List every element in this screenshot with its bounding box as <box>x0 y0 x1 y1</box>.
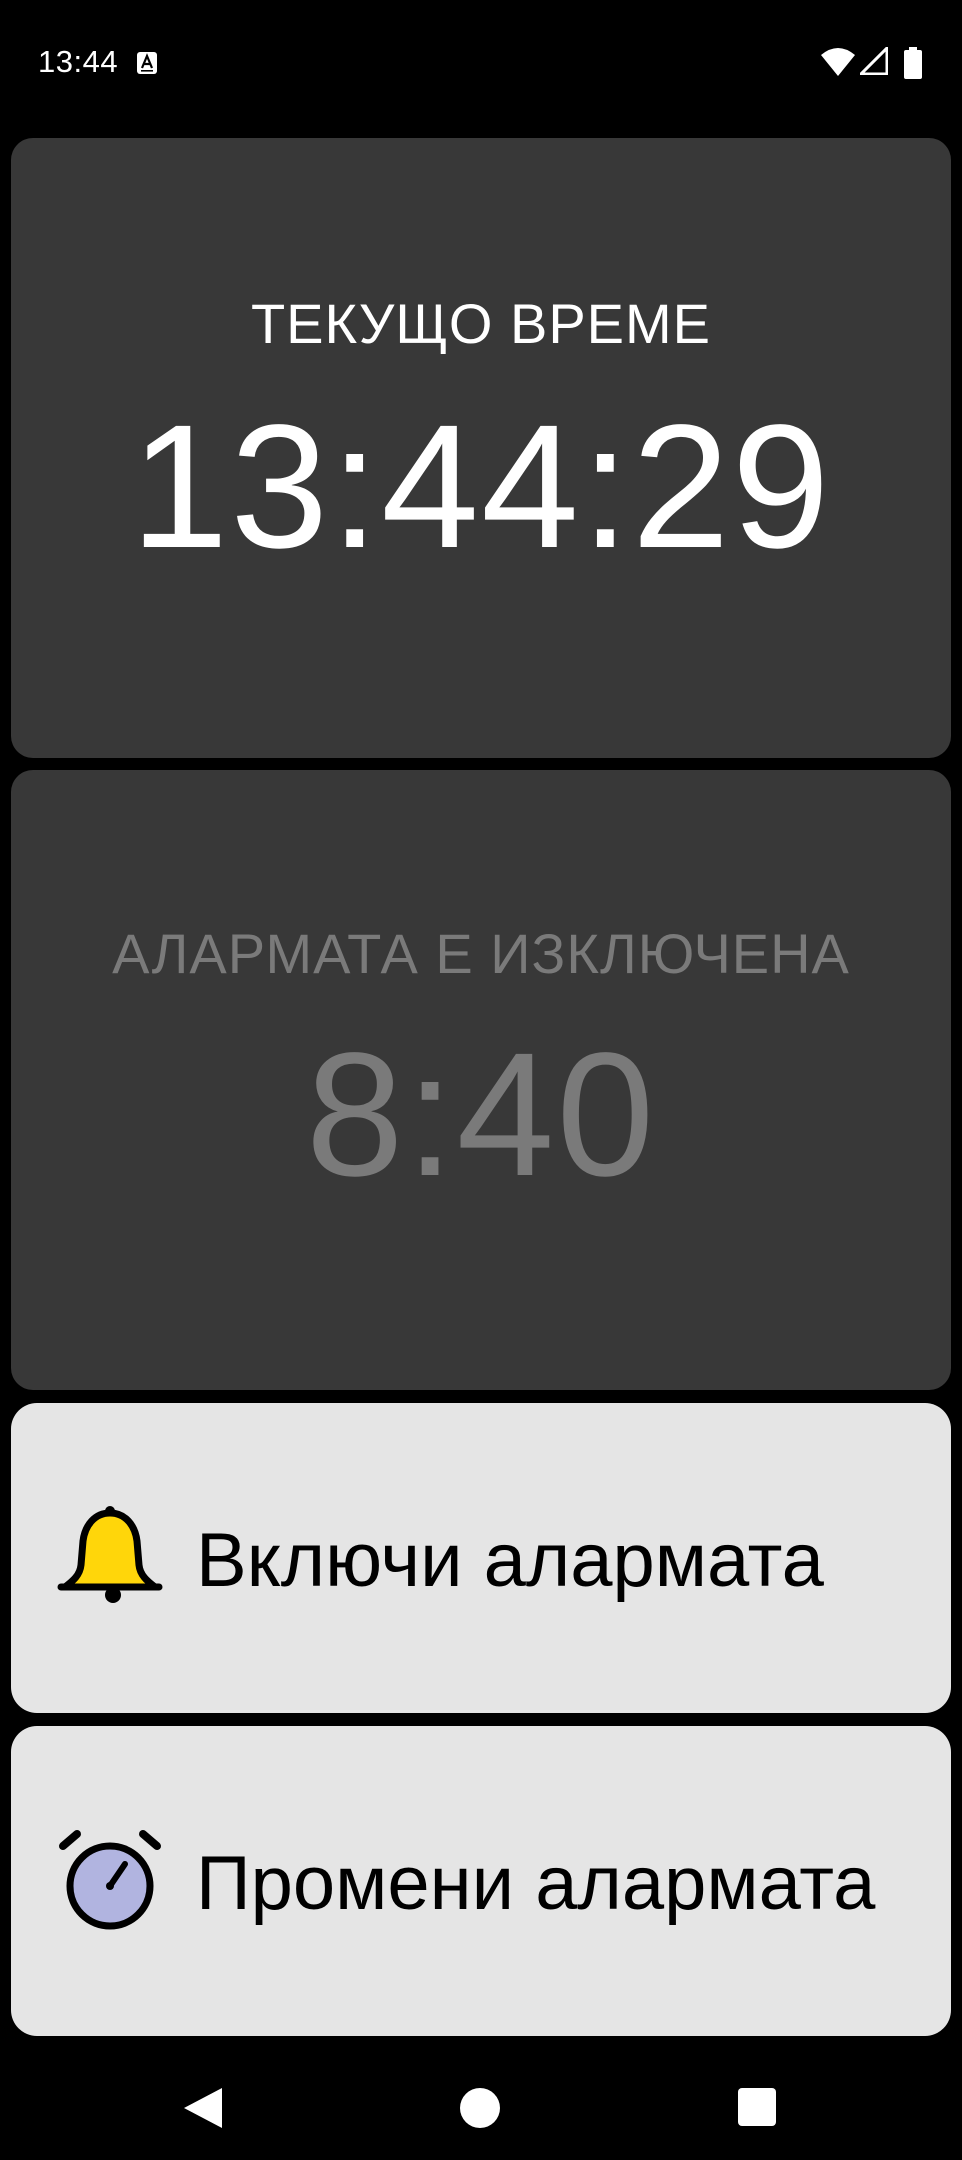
current-time-value: 13:44:29 <box>130 389 832 585</box>
font-icon <box>137 52 157 74</box>
navigation-bar <box>0 2040 962 2160</box>
bell-icon <box>57 1506 163 1603</box>
status-bar: 13:44 <box>0 0 962 124</box>
battery-icon <box>904 47 922 79</box>
recents-icon[interactable] <box>738 2088 776 2126</box>
cellular-signal-icon <box>860 47 888 75</box>
enable-alarm-label: Включи алармата <box>196 1518 824 1603</box>
status-time: 13:44 <box>38 44 119 79</box>
enable-alarm-button[interactable]: Включи алармата <box>11 1403 951 1713</box>
back-icon[interactable] <box>182 2086 224 2130</box>
wifi-icon <box>821 48 855 76</box>
alarm-clock-icon <box>59 1830 161 1930</box>
alarm-status-label: АЛАРМАТА Е ИЗКЛЮЧЕНА <box>112 922 850 985</box>
change-alarm-label: Промени алармата <box>196 1841 876 1926</box>
current-time-card: ТЕКУЩО ВРЕМЕ 13:44:29 <box>11 138 951 758</box>
alarm-status-card: АЛАРМАТА Е ИЗКЛЮЧЕНА 8:40 <box>11 770 951 1390</box>
alarm-time-value: 8:40 <box>305 1017 657 1213</box>
current-time-label: ТЕКУЩО ВРЕМЕ <box>250 292 712 355</box>
change-alarm-button[interactable]: Промени алармата <box>11 1726 951 2036</box>
home-icon[interactable] <box>460 2088 500 2128</box>
